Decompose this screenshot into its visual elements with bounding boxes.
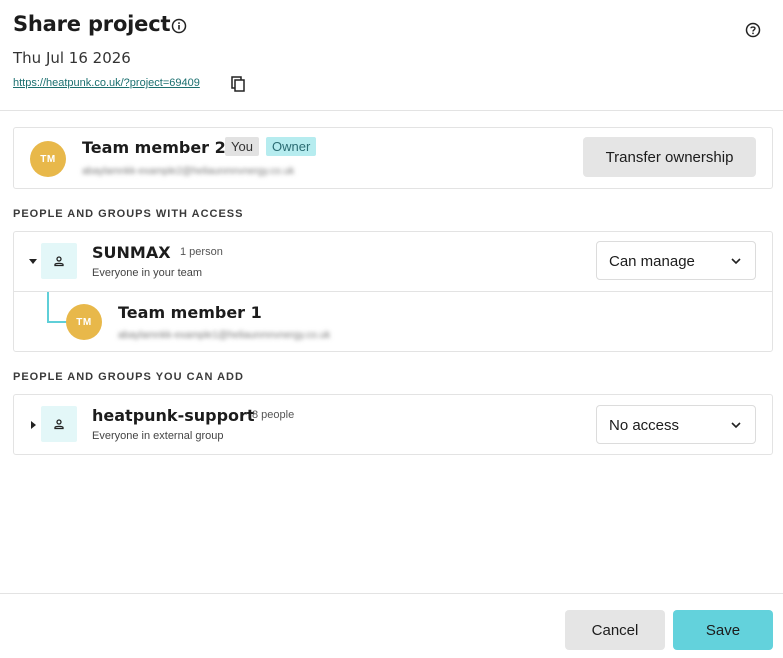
group-subtitle: Everyone in your team — [92, 267, 203, 279]
person-icon — [54, 256, 64, 267]
member-count: 8 people — [252, 409, 295, 421]
member-name: Team member 1 — [118, 303, 262, 322]
owner-name: Team member 2 — [82, 138, 226, 157]
help-icon[interactable] — [745, 22, 761, 38]
group-name: heatpunk-support — [92, 406, 255, 425]
dialog-footer: Cancel Save — [0, 593, 783, 658]
info-icon[interactable] — [171, 18, 187, 34]
section-can-add: PEOPLE AND GROUPS YOU CAN ADD — [13, 371, 244, 383]
group-icon — [41, 406, 77, 442]
save-button[interactable]: Save — [673, 610, 773, 650]
caret-down-icon[interactable] — [28, 256, 38, 266]
group-name: SUNMAX — [92, 243, 171, 262]
permission-value: Can manage — [609, 253, 695, 270]
member-count: 1 person — [180, 246, 223, 258]
group-card-heatpunk-support: heatpunk-support 8 people Everyone in ex… — [13, 394, 773, 455]
group-icon — [41, 243, 77, 279]
owner-card: TM Team member 2 You Owner abaylamnkk-ex… — [13, 127, 773, 189]
chevron-down-icon — [731, 258, 741, 265]
owner-email: abaylamnkk-example2@heliaunmnvnergy.co.u… — [82, 166, 295, 177]
person-icon — [54, 419, 64, 430]
divider — [14, 291, 772, 292]
tree-connector — [47, 292, 67, 323]
caret-right-icon[interactable] — [28, 420, 38, 430]
cancel-button[interactable]: Cancel — [565, 610, 665, 650]
permission-value: No access — [609, 417, 680, 434]
transfer-ownership-button[interactable]: Transfer ownership — [583, 137, 756, 177]
project-date: Thu Jul 16 2026 — [13, 49, 131, 67]
group-card-sunmax: SUNMAX 1 person Everyone in your team Ca… — [13, 231, 773, 352]
member-email: abaylamnkk-example1@heliaunmnvnergy.co.u… — [118, 330, 331, 341]
section-with-access: PEOPLE AND GROUPS WITH ACCESS — [13, 208, 244, 220]
dialog-header: Share project Thu Jul 16 2026 https://he… — [0, 0, 783, 111]
you-badge: You — [225, 137, 259, 156]
owner-badge: Owner — [266, 137, 317, 156]
copy-icon[interactable] — [231, 76, 245, 92]
project-link[interactable]: https://heatpunk.co.uk/?project=69409 — [13, 77, 200, 89]
permission-select[interactable]: No access — [596, 405, 756, 444]
avatar: TM — [30, 141, 66, 177]
page-title: Share project — [13, 12, 171, 36]
permission-select[interactable]: Can manage — [596, 241, 756, 280]
group-subtitle: Everyone in external group — [92, 430, 224, 442]
chevron-down-icon — [731, 422, 741, 429]
avatar: TM — [66, 304, 102, 340]
